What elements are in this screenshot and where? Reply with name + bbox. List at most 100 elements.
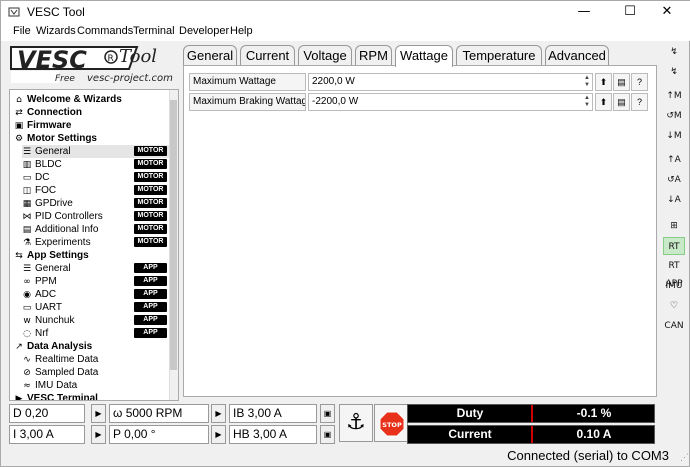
tree-item[interactable]: ⇆ App Settings (14, 249, 89, 262)
menu-terminal[interactable]: Terminal (133, 25, 175, 37)
tree-item[interactable]: ◫ FOC (22, 184, 56, 197)
category-badge: APP (134, 315, 167, 325)
heart-icon[interactable]: ♡ (663, 297, 685, 315)
param-value: -2200,0 W (312, 96, 359, 107)
tree-item[interactable]: ▤ Additional Info (22, 223, 99, 236)
logo-suffix: Tool (119, 46, 157, 67)
tree-item[interactable]: ▶ VESC Terminal (14, 392, 98, 401)
tab-rpm[interactable]: RPM (355, 45, 392, 66)
stop-label: STOP (382, 421, 402, 429)
tree-item[interactable]: ⌂ Welcome & Wizards (14, 93, 122, 106)
category-badge: MOTOR (134, 159, 167, 169)
current-gauge: Current 0.10 A (407, 425, 655, 444)
brake-current-input[interactable]: IB 3,00 A (229, 404, 317, 423)
tab-voltage[interactable]: Voltage (298, 45, 352, 66)
read-motor-config-icon[interactable]: ↑M (663, 87, 685, 105)
menu-commands[interactable]: Commands (77, 25, 133, 37)
tree-item[interactable]: ▣ Firmware (14, 119, 72, 132)
current-input[interactable]: I 3,00 A (9, 425, 85, 444)
rt-app-data-icon[interactable]: RT APP (663, 257, 685, 289)
tree-item[interactable]: ▭ UART (22, 301, 62, 314)
tree-item[interactable]: ▭ DC (22, 171, 50, 184)
default-icon[interactable]: ▤ (613, 93, 630, 111)
tree-item[interactable]: ∞ PPM (22, 275, 56, 288)
write-app-config-icon[interactable]: ↓A (663, 191, 685, 209)
tree-item[interactable]: ◉ ADC (22, 288, 56, 301)
tree-item-label: Additional Info (35, 224, 99, 235)
can-icon[interactable]: CAN (663, 317, 685, 335)
write-motor-config-icon[interactable]: ↓M (663, 127, 685, 145)
read-default-motor-config-icon[interactable]: ↺M (663, 107, 685, 125)
tree-item[interactable]: ⇄ Connection (14, 106, 82, 119)
read-app-config-icon[interactable]: ↑A (663, 151, 685, 169)
connect-icon[interactable]: ↯ (663, 43, 685, 61)
duty-input[interactable]: D 0,20 (9, 404, 85, 423)
tree-item[interactable]: ⚙ Motor Settings (14, 132, 97, 145)
tree-item[interactable]: ↗ Data Analysis (14, 340, 92, 353)
default-icon[interactable]: ▤ (613, 73, 630, 91)
anchor-icon[interactable]: ⚓ (339, 404, 373, 442)
tree-item[interactable]: ⊘ Sampled Data (22, 366, 98, 379)
vesc-app-icon (8, 7, 20, 17)
tab-advanced[interactable]: Advanced (545, 45, 609, 66)
tree-item-label: Connection (27, 107, 82, 118)
max-wattage-input[interactable]: 2200,0 W ▲ ▼ (308, 73, 593, 91)
imu-icon[interactable]: IMU (663, 277, 685, 295)
stop-button[interactable]: STOP (374, 404, 408, 442)
tab-wattage[interactable]: Wattage (395, 45, 453, 67)
tree-item[interactable]: ▥ BLDC (22, 158, 62, 171)
upload-icon[interactable]: ⬆ (595, 73, 612, 91)
spin-arrows-icon[interactable]: ▲ ▼ (584, 95, 590, 109)
tree-item-label: Realtime Data (35, 354, 99, 365)
spin-arrows-icon[interactable]: ▲ ▼ (584, 75, 590, 89)
play-rpm-icon[interactable]: ▶ (211, 404, 226, 423)
tree-item[interactable]: ☰ General (22, 262, 71, 275)
play-current-icon[interactable]: ▶ (91, 425, 106, 444)
resize-grip-icon[interactable]: ⋰ (680, 452, 689, 463)
tree-item[interactable]: ◌ Nrf (22, 327, 48, 340)
tree-item[interactable]: ∿ Realtime Data (22, 353, 98, 366)
tree-item[interactable]: w Nunchuk (22, 314, 74, 327)
tree-item[interactable]: ⋈ PID Controllers (22, 210, 103, 223)
position-input[interactable]: P 0,00 ° (109, 425, 209, 444)
menu-file[interactable]: File (13, 25, 31, 37)
tab-temperature[interactable]: Temperature (456, 45, 542, 66)
handbrake-input[interactable]: HB 3,00 A (229, 425, 317, 444)
tab-general[interactable]: General (183, 45, 237, 66)
scrollbar-thumb[interactable] (170, 100, 177, 370)
category-badge: MOTOR (134, 198, 167, 208)
minimize-button[interactable]: — (561, 1, 607, 23)
category-badge: APP (134, 328, 167, 338)
menu-wizards[interactable]: Wizards (36, 25, 76, 37)
tab-current[interactable]: Current (240, 45, 295, 66)
param-label: Maximum Braking Wattage (189, 93, 306, 111)
menu-help[interactable]: Help (230, 25, 253, 37)
right-toolbar: ↯ ↯ ↑M ↺M ↓M ↑A ↺A ↓A ⊞ RT RT APP IMU ♡ CAN (659, 41, 689, 341)
read-default-app-config-icon[interactable]: ↺A (663, 171, 685, 189)
rt-data-icon[interactable]: RT (663, 237, 685, 255)
category-badge: MOTOR (134, 185, 167, 195)
help-icon[interactable]: ? (631, 93, 648, 111)
tree-item-label: App Settings (27, 250, 89, 261)
title-bar: VESC Tool — ☐ ✕ (1, 1, 690, 23)
sidebar-scrollbar[interactable] (169, 90, 178, 400)
tree-item[interactable]: ⚗ Experiments (22, 236, 91, 249)
tree-item[interactable]: ≈ IMU Data (22, 379, 77, 392)
max-braking-wattage-input[interactable]: -2200,0 W ▲ ▼ (308, 93, 593, 111)
duty-gauge: Duty -0.1 % (407, 404, 655, 423)
play-duty-icon[interactable]: ▶ (91, 404, 106, 423)
play-brake-icon[interactable]: ▣ (320, 404, 335, 423)
tree-item[interactable]: ▦ GPDrive (22, 197, 73, 210)
upload-icon[interactable]: ⬆ (595, 93, 612, 111)
rpm-input[interactable]: ω 5000 RPM (109, 404, 209, 423)
tree-item-label: VESC Terminal (27, 393, 98, 401)
tab-bar: General Current Voltage RPM Wattage Temp… (183, 45, 623, 67)
grid-icon[interactable]: ⊞ (663, 217, 685, 235)
menu-developer[interactable]: Developer (179, 25, 229, 37)
svg-text:R: R (108, 54, 114, 64)
play-handbrake-icon[interactable]: ▣ (320, 425, 335, 444)
play-position-icon[interactable]: ▶ (211, 425, 226, 444)
disconnect-icon[interactable]: ↯ (663, 63, 685, 81)
help-icon[interactable]: ? (631, 73, 648, 91)
close-button[interactable]: ✕ (644, 1, 690, 23)
